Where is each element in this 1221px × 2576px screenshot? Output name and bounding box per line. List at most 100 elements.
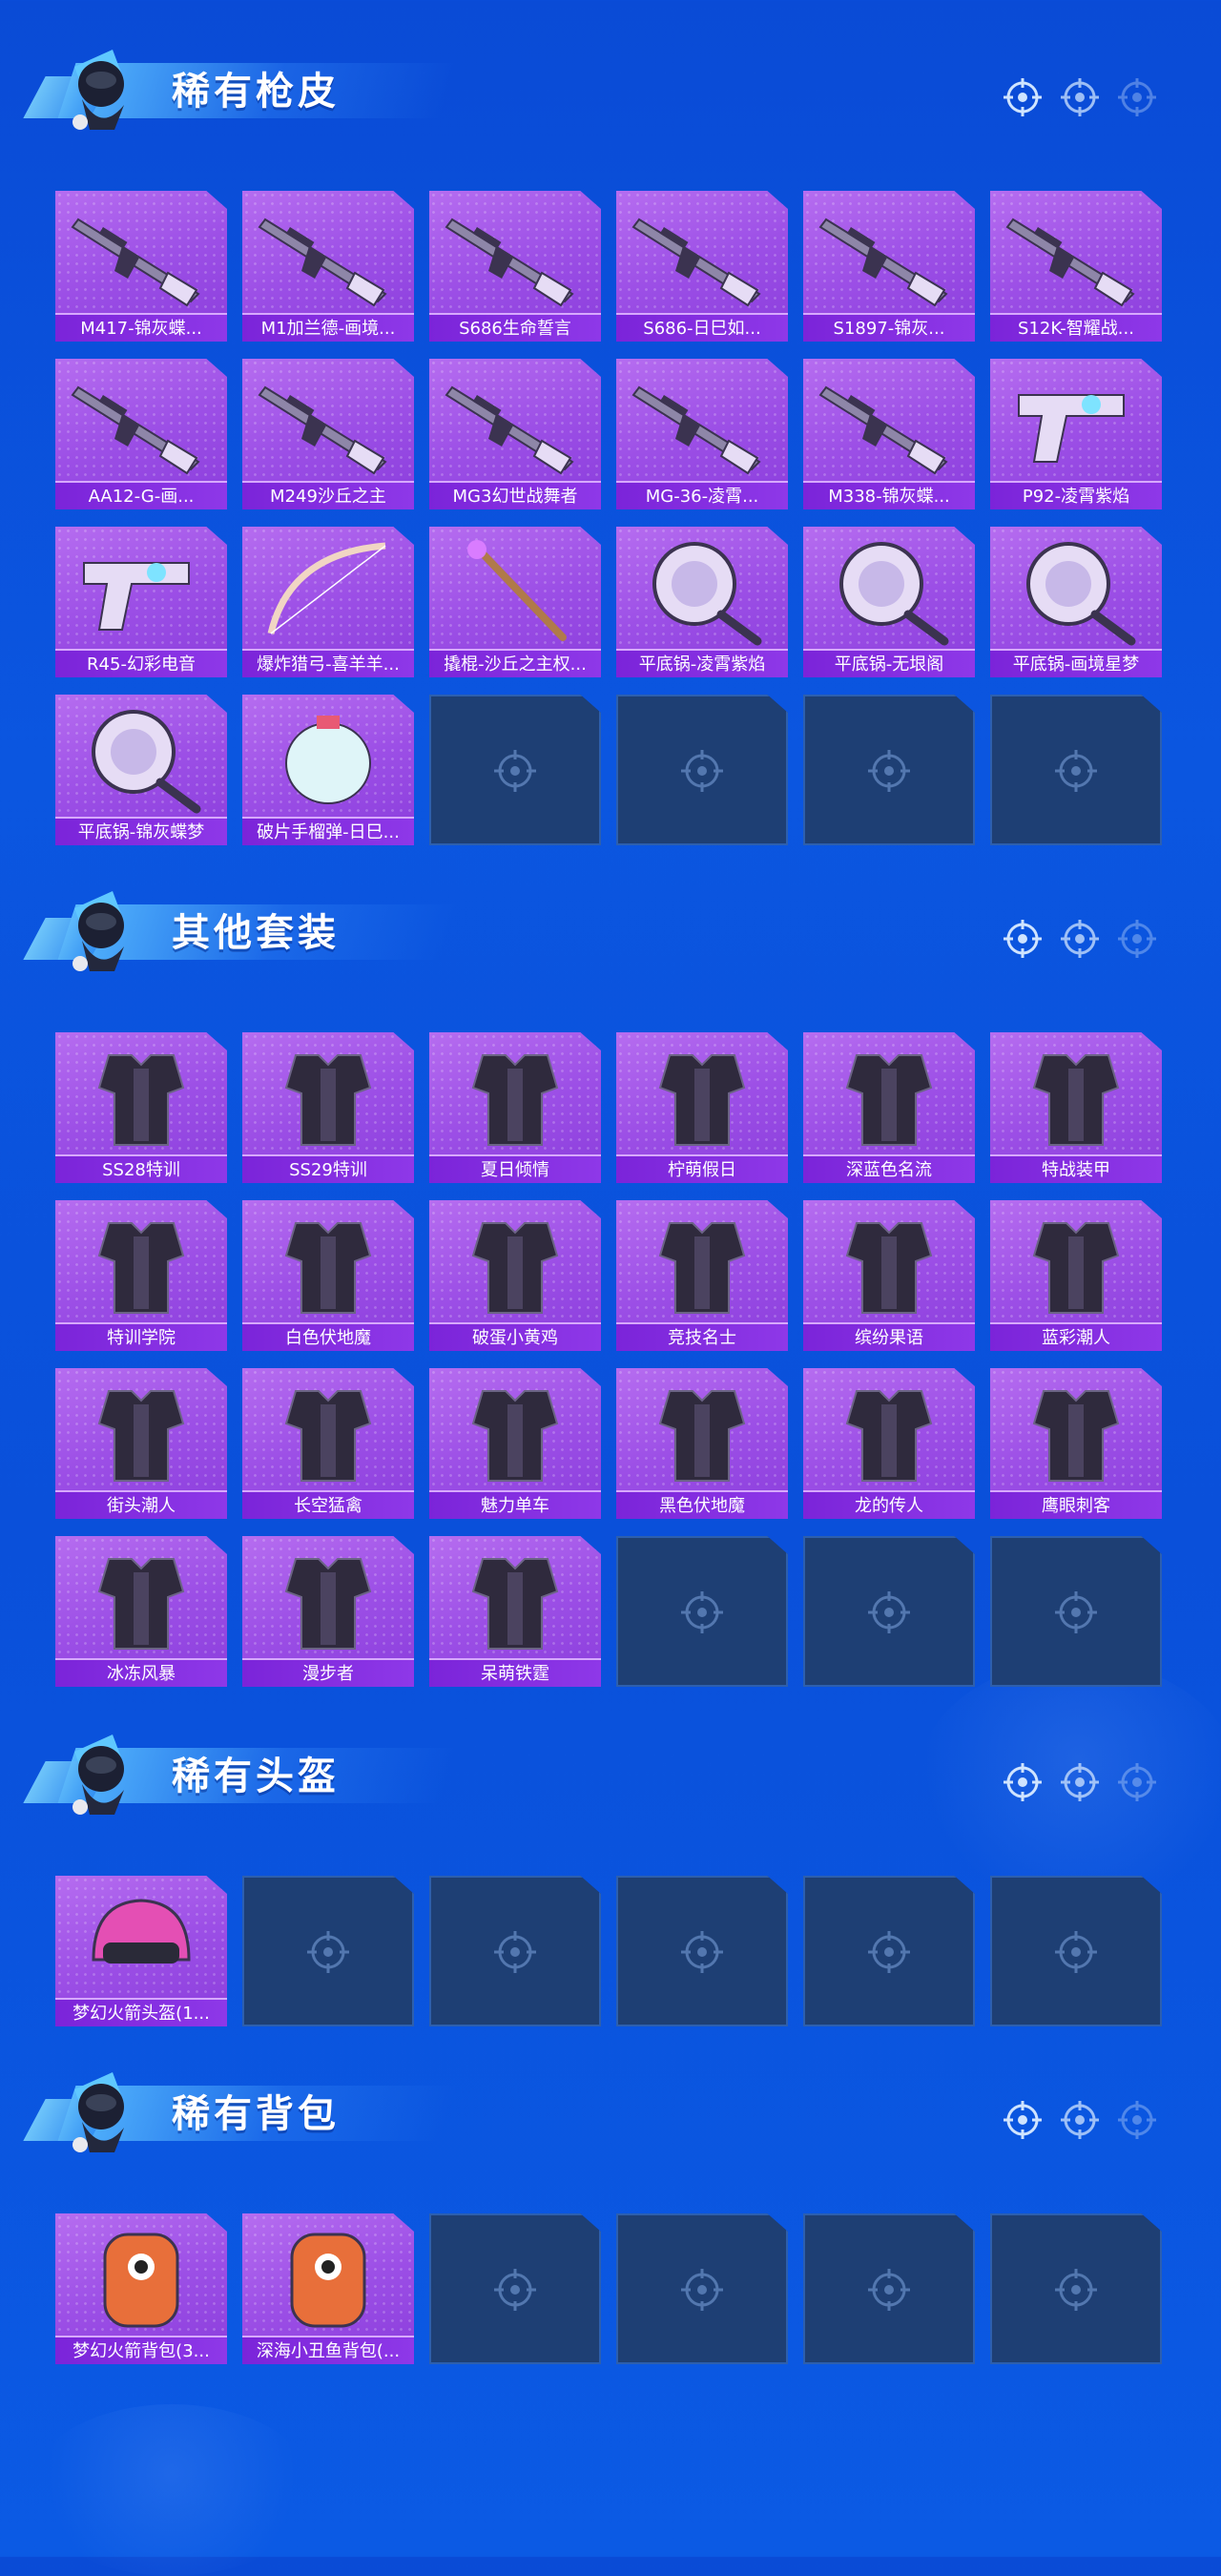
item-label: AA12-G-画... — [55, 481, 227, 509]
outfit-icon — [813, 1376, 965, 1488]
item-label: 撬棍-沙丘之主权... — [429, 649, 601, 677]
crosshair-icon — [1051, 1588, 1101, 1637]
item-card[interactable]: P92-凌霄紫焰 — [990, 359, 1162, 509]
empty-slot — [429, 2213, 601, 2364]
item-card[interactable]: 长空猛禽 — [242, 1368, 414, 1519]
item-card[interactable]: 蓝彩潮人 — [990, 1200, 1162, 1351]
item-card[interactable]: 特战装甲 — [990, 1032, 1162, 1183]
outfit-icon — [65, 1376, 217, 1488]
item-label: M417-锦灰蝶... — [55, 313, 227, 342]
item-card[interactable]: 白色伏地魔 — [242, 1200, 414, 1351]
crosshair-icon — [1116, 918, 1158, 960]
item-label: 梦幻火箭背包(3... — [55, 2336, 227, 2364]
crosshair-icon — [1059, 76, 1101, 118]
item-card[interactable]: M338-锦灰蝶... — [803, 359, 975, 509]
crosshair-icon — [1002, 2099, 1044, 2141]
item-label: 深海小丑鱼背包(... — [242, 2336, 414, 2364]
item-label: 长空猛禽 — [242, 1490, 414, 1519]
background-parachute-decoration — [29, 2404, 315, 2576]
outfit-icon — [1000, 1040, 1152, 1153]
item-label: 呆萌铁霆 — [429, 1658, 601, 1687]
section-title: 稀有头盔 — [172, 1755, 340, 1798]
empty-slot — [803, 2213, 975, 2364]
crosshair-icon — [1116, 76, 1158, 118]
item-card[interactable]: S1897-锦灰... — [803, 191, 975, 342]
item-card[interactable]: 平底锅-画境星梦 — [990, 527, 1162, 677]
empty-slot — [616, 695, 788, 845]
section-header: 稀有头盔 — [23, 1723, 458, 1828]
item-card[interactable]: 梦幻火箭头盔(1... — [55, 1876, 227, 2026]
item-card[interactable]: 破蛋小黄鸡 — [429, 1200, 601, 1351]
item-card[interactable]: 深蓝色名流 — [803, 1032, 975, 1183]
empty-slot — [616, 1876, 788, 2026]
item-card[interactable]: 平底锅-凌霄紫焰 — [616, 527, 788, 677]
crosshair-icon — [864, 1588, 914, 1637]
item-label: 深蓝色名流 — [803, 1154, 975, 1183]
item-card[interactable]: 魅力单车 — [429, 1368, 601, 1519]
item-card[interactable]: S12K-智耀战... — [990, 191, 1162, 342]
item-card[interactable]: 夏日倾情 — [429, 1032, 601, 1183]
section-title: 其他套装 — [172, 911, 340, 955]
item-card[interactable]: S686生命誓言 — [429, 191, 601, 342]
item-card[interactable]: SS28特训 — [55, 1032, 227, 1183]
item-card[interactable]: AA12-G-画... — [55, 359, 227, 509]
empty-slot — [616, 1536, 788, 1687]
item-card[interactable]: 破片手榴弹-日巳... — [242, 695, 414, 845]
mascot-icon — [57, 2065, 149, 2160]
item-card[interactable]: M249沙丘之主 — [242, 359, 414, 509]
item-label: 白色伏地魔 — [242, 1322, 414, 1351]
item-card[interactable]: M1加兰德-画境... — [242, 191, 414, 342]
item-card[interactable]: 冰冻风暴 — [55, 1536, 227, 1687]
item-label: 破蛋小黄鸡 — [429, 1322, 601, 1351]
item-label: 平底锅-锦灰蝶梦 — [55, 817, 227, 845]
crosshair-icon — [864, 1927, 914, 1977]
item-label: MG3幻世战舞者 — [429, 481, 601, 509]
outfit-icon — [252, 1376, 404, 1488]
item-card[interactable]: 街头潮人 — [55, 1368, 227, 1519]
item-label: SS29特训 — [242, 1154, 414, 1183]
shotgun-icon — [439, 198, 591, 311]
item-card[interactable]: R45-幻彩电音 — [55, 527, 227, 677]
item-card[interactable]: 爆炸猎弓-喜羊羊... — [242, 527, 414, 677]
item-card[interactable]: 鹰眼刺客 — [990, 1368, 1162, 1519]
item-card[interactable]: 柠萌假日 — [616, 1032, 788, 1183]
item-card[interactable]: 深海小丑鱼背包(... — [242, 2213, 414, 2364]
item-card[interactable]: MG-36-凌霄... — [616, 359, 788, 509]
crosshair-icon — [490, 2265, 540, 2315]
section-header: 其他套装 — [23, 880, 458, 985]
item-label: 街头潮人 — [55, 1490, 227, 1519]
item-card[interactable]: 呆萌铁霆 — [429, 1536, 601, 1687]
item-card[interactable]: M417-锦灰蝶... — [55, 191, 227, 342]
item-card[interactable]: 漫步者 — [242, 1536, 414, 1687]
item-card[interactable]: 竞技名士 — [616, 1200, 788, 1351]
outfit-icon — [65, 1208, 217, 1320]
empty-slot — [429, 695, 601, 845]
crosshair-icon — [490, 746, 540, 796]
crosshair-icon — [1059, 918, 1101, 960]
item-label: MG-36-凌霄... — [616, 481, 788, 509]
crosshair-icon — [1051, 746, 1101, 796]
item-label: 魅力单车 — [429, 1490, 601, 1519]
header-reticle-decoration — [1002, 2099, 1192, 2141]
mascot-icon — [57, 42, 149, 137]
item-card[interactable]: 特训学院 — [55, 1200, 227, 1351]
item-card[interactable]: S686-日巳如... — [616, 191, 788, 342]
item-card[interactable]: SS29特训 — [242, 1032, 414, 1183]
item-card[interactable]: 平底锅-锦灰蝶梦 — [55, 695, 227, 845]
item-label: 平底锅-无垠阁 — [803, 649, 975, 677]
item-card[interactable]: 梦幻火箭背包(3... — [55, 2213, 227, 2364]
crowbar-icon — [439, 534, 591, 647]
pan-icon — [626, 534, 778, 647]
item-card[interactable]: 龙的传人 — [803, 1368, 975, 1519]
item-card[interactable]: 平底锅-无垠阁 — [803, 527, 975, 677]
empty-slot — [803, 1876, 975, 2026]
item-card[interactable]: 撬棍-沙丘之主权... — [429, 527, 601, 677]
section-header: 稀有枪皮 — [23, 38, 458, 143]
item-card[interactable]: MG3幻世战舞者 — [429, 359, 601, 509]
empty-slot — [990, 2213, 1162, 2364]
item-label: 缤纷果语 — [803, 1322, 975, 1351]
outfit-icon — [1000, 1376, 1152, 1488]
item-card[interactable]: 缤纷果语 — [803, 1200, 975, 1351]
item-card[interactable]: 黑色伏地魔 — [616, 1368, 788, 1519]
item-label: 竞技名士 — [616, 1322, 788, 1351]
